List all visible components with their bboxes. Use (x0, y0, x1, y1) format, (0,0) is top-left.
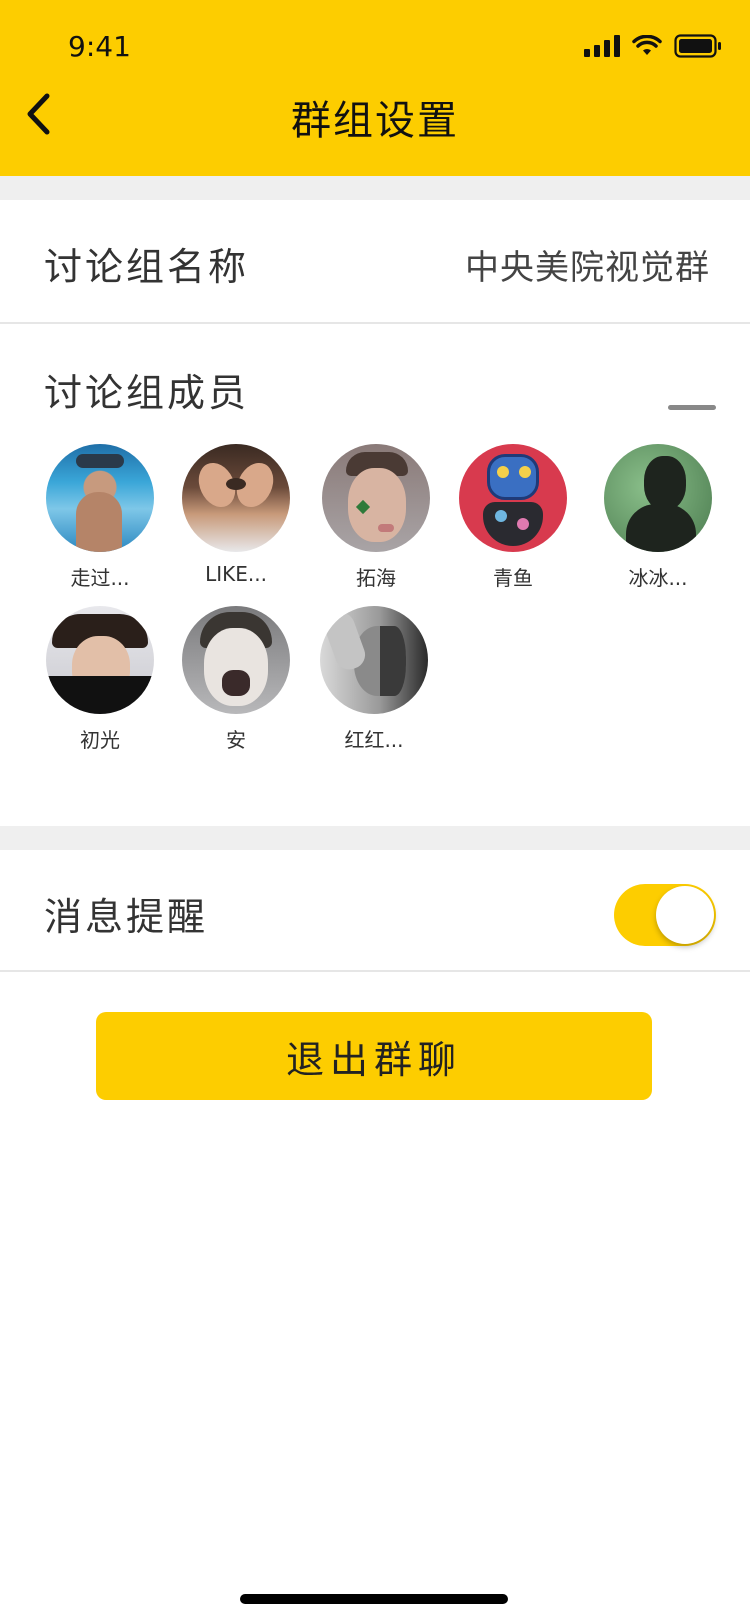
member-name: 冰冰... (628, 566, 688, 590)
collapse-members-button[interactable] (668, 396, 716, 420)
group-name-label: 讨论组名称 (44, 245, 250, 289)
header-bar: 9:41 群组设置 (0, 0, 750, 176)
avatar (322, 444, 430, 552)
members-section: 讨论组成员 走过... LIKE... 拓海 青鱼 冰冰... 初光 安 红红.… (0, 326, 750, 826)
member-name: 安 (226, 728, 246, 752)
wifi-icon (632, 35, 662, 55)
member-name: 红红... (344, 728, 404, 752)
status-icons (584, 34, 722, 58)
notification-row: 消息提醒 (0, 850, 750, 972)
status-time: 9:41 (68, 30, 131, 63)
avatar (320, 606, 428, 714)
member-item[interactable]: 初光 (35, 606, 165, 753)
section-divider (0, 176, 750, 200)
member-item[interactable]: 红红... (309, 606, 439, 753)
home-indicator (240, 1594, 508, 1604)
group-name-value: 中央美院视觉群 (465, 248, 710, 288)
member-name: 拓海 (356, 566, 396, 590)
avatar (604, 444, 712, 552)
member-name: 走过... (70, 566, 130, 590)
members-label: 讨论组成员 (44, 371, 250, 415)
battery-icon (674, 34, 721, 58)
avatar (459, 444, 567, 552)
member-name: 青鱼 (493, 566, 533, 590)
avatar (46, 444, 154, 552)
member-item[interactable]: LIKE... (171, 444, 301, 586)
member-name: 初光 (80, 728, 120, 752)
notification-toggle[interactable] (614, 884, 716, 946)
avatar (182, 444, 290, 552)
section-divider (0, 826, 750, 850)
notification-label: 消息提醒 (44, 895, 209, 939)
member-item[interactable]: 青鱼 (448, 444, 578, 591)
member-item[interactable]: 安 (171, 606, 301, 753)
group-name-row[interactable]: 讨论组名称 中央美院视觉群 (0, 200, 750, 324)
member-item[interactable]: 冰冰... (593, 444, 723, 591)
page-title: 群组设置 (291, 98, 459, 144)
avatar (46, 606, 154, 714)
toggle-knob (656, 886, 714, 944)
member-item[interactable]: 拓海 (311, 444, 441, 591)
signal-icon (584, 35, 620, 57)
member-item[interactable]: 走过... (35, 444, 165, 591)
member-name: LIKE... (205, 562, 267, 586)
avatar (182, 606, 290, 714)
exit-group-button[interactable]: 退出群聊 (96, 1012, 652, 1100)
